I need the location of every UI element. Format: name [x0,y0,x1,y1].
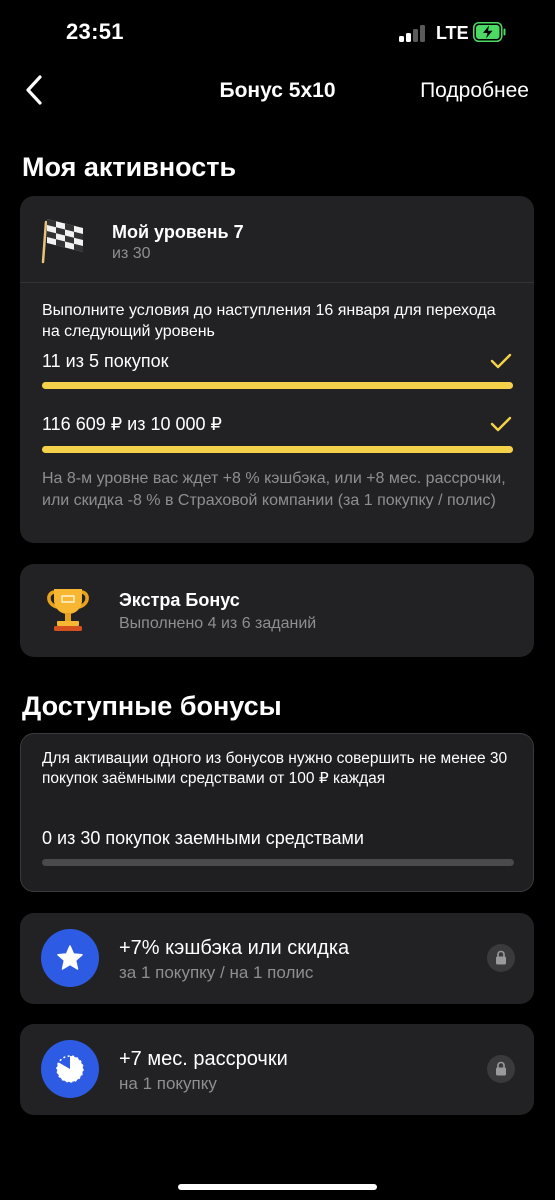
bonus-installment-title: +7 мес. рассрочки [119,1048,288,1070]
available-bonuses-title: Доступные бонусы [22,691,282,721]
extra-bonus-card[interactable]: Экстра Бонус Выполнено 4 из 6 заданий [20,564,534,657]
goal-amount-progress-fill [42,446,513,453]
star-icon [57,945,83,970]
bonus-cashback-card[interactable]: +7% кэшбэка или скидка за 1 покупку / на… [20,913,534,1004]
goal-amount-progress [42,446,513,453]
status-bar: 23:51 LTE [0,0,555,66]
lock-badge [487,1055,515,1083]
level-condition-text: Выполните условия до наступления 16 янва… [42,302,496,340]
star-badge [41,929,99,987]
level-title: Мой уровень 7 [112,222,244,242]
level-subtitle: из 30 [112,245,151,262]
lock-icon [496,1061,506,1076]
extra-bonus-subtitle: Выполнено 4 из 6 заданий [119,615,317,632]
lock-badge [487,944,515,972]
bonus-requirement-card: Для активации одного из бонусов нужно со… [20,733,534,892]
battery-charging-icon [473,22,506,42]
timer-icon [56,1055,84,1083]
checkmark-icon [490,416,512,432]
requirement-text: Для активации одного из бонусов нужно со… [42,750,508,787]
goal-purchases-label: 11 из 5 покупок [42,351,169,371]
activity-section-title: Моя активность [22,152,237,182]
network-type: LTE [436,23,469,43]
cellular-signal-icon [399,24,429,42]
more-info-button[interactable]: Подробнее [420,79,529,103]
divider [20,282,534,283]
status-time: 23:51 [66,19,124,44]
borrowed-purchases-progress [42,859,514,866]
next-level-text: На 8-м уровне вас ждет +8 % кэшбэка, или… [42,470,506,509]
trophy-icon [47,589,89,631]
extra-bonus-title: Экстра Бонус [119,590,240,610]
goal-purchases-progress-fill [42,382,513,389]
lock-icon [496,950,506,965]
checkmark-icon [490,353,512,369]
checkered-flag-icon [41,219,83,264]
level-card[interactable]: Мой уровень 7 из 30 Выполните условия до… [20,196,534,543]
timer-badge [41,1040,99,1098]
goal-amount-label: 116 609 ₽ из 10 000 ₽ [42,414,222,434]
bonus-cashback-subtitle: за 1 покупку / на 1 полис [119,963,314,982]
bonus-installment-subtitle: на 1 покупку [119,1074,217,1093]
goal-purchases-progress [42,382,513,389]
bonus-installment-card[interactable]: +7 мес. рассрочки на 1 покупку [20,1024,534,1115]
home-indicator[interactable] [178,1184,377,1190]
borrowed-purchases-label: 0 из 30 покупок заемными средствами [42,828,364,848]
bonus-cashback-title: +7% кэшбэка или скидка [119,937,350,959]
